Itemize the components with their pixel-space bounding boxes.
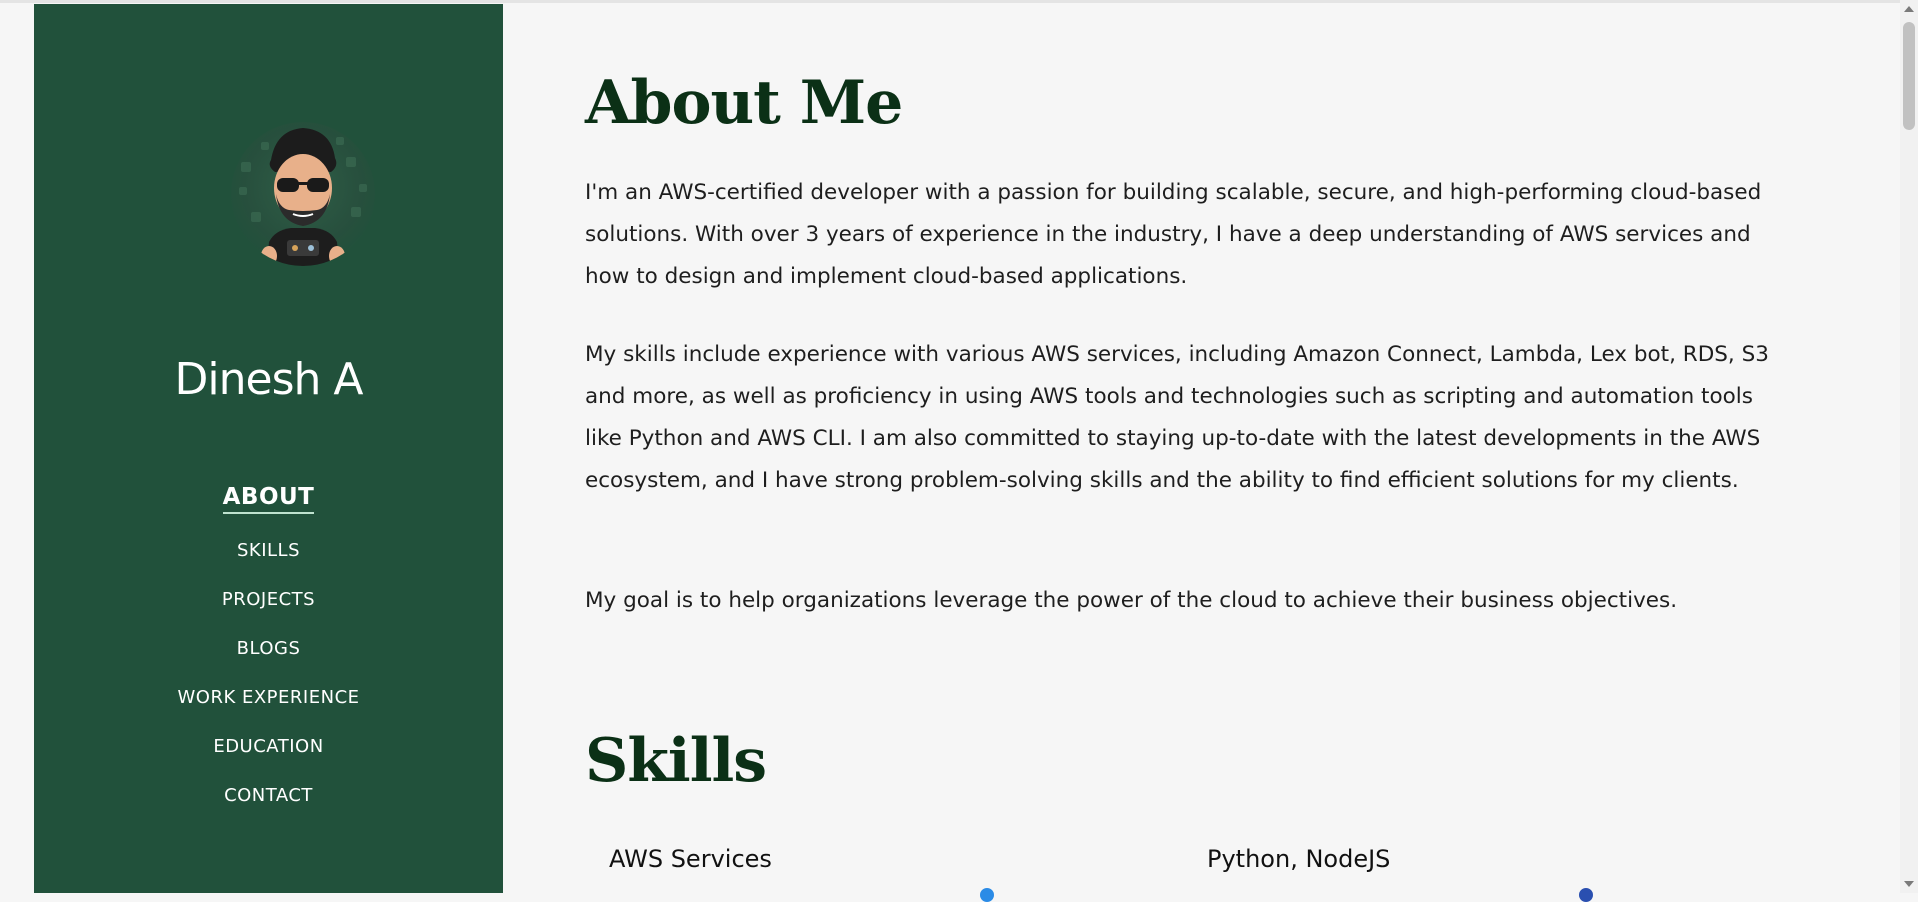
sidebar-nav: ABOUT SKILLS PROJECTS BLOGS WORK EXPERIE… [34, 484, 503, 834]
scroll-up-icon[interactable] [1904, 6, 1914, 12]
nav-item-skills[interactable]: SKILLS [34, 540, 503, 589]
scroll-down-icon[interactable] [1904, 881, 1914, 887]
nav-item-education[interactable]: EDUCATION [34, 736, 503, 785]
about-paragraph-3: My goal is to help organizations leverag… [585, 588, 1678, 613]
scrollbar-thumb[interactable] [1903, 22, 1915, 130]
nav-link-contact[interactable]: CONTACT [224, 785, 313, 806]
nav-link-education[interactable]: EDUCATION [213, 736, 323, 757]
top-divider [0, 0, 1900, 3]
about-title: About Me [585, 68, 903, 138]
nav-item-blogs[interactable]: BLOGS [34, 638, 503, 687]
profile-name: Dinesh A [174, 354, 364, 405]
profile-avatar [231, 122, 375, 266]
nav-item-contact[interactable]: CONTACT [34, 785, 503, 834]
nav-link-blogs[interactable]: BLOGS [237, 638, 301, 659]
skill-label-python: Python, NodeJS [1207, 845, 1391, 873]
nav-link-skills[interactable]: SKILLS [237, 540, 300, 561]
nav-link-about[interactable]: ABOUT [222, 484, 315, 514]
sidebar: Dinesh A ABOUT SKILLS PROJECTS BLOGS WOR… [34, 4, 503, 893]
page-scrollbar[interactable] [1900, 0, 1918, 893]
about-paragraph-1: I'm an AWS-certified developer with a pa… [585, 180, 1762, 289]
skill-progress-marker [1579, 888, 1593, 902]
nav-item-projects[interactable]: PROJECTS [34, 589, 503, 638]
nav-link-projects[interactable]: PROJECTS [222, 589, 315, 610]
skill-label-aws: AWS Services [609, 845, 772, 873]
skill-progress-marker [980, 888, 994, 902]
nav-link-work-experience[interactable]: WORK EXPERIENCE [177, 687, 359, 708]
left-gutter [0, 3, 34, 893]
avatar-icon [239, 128, 367, 266]
nav-item-about[interactable]: ABOUT [34, 484, 503, 540]
about-paragraph-2: My skills include experience with variou… [585, 342, 1769, 493]
nav-item-work-experience[interactable]: WORK EXPERIENCE [34, 687, 503, 736]
skills-title: Skills [585, 726, 767, 796]
